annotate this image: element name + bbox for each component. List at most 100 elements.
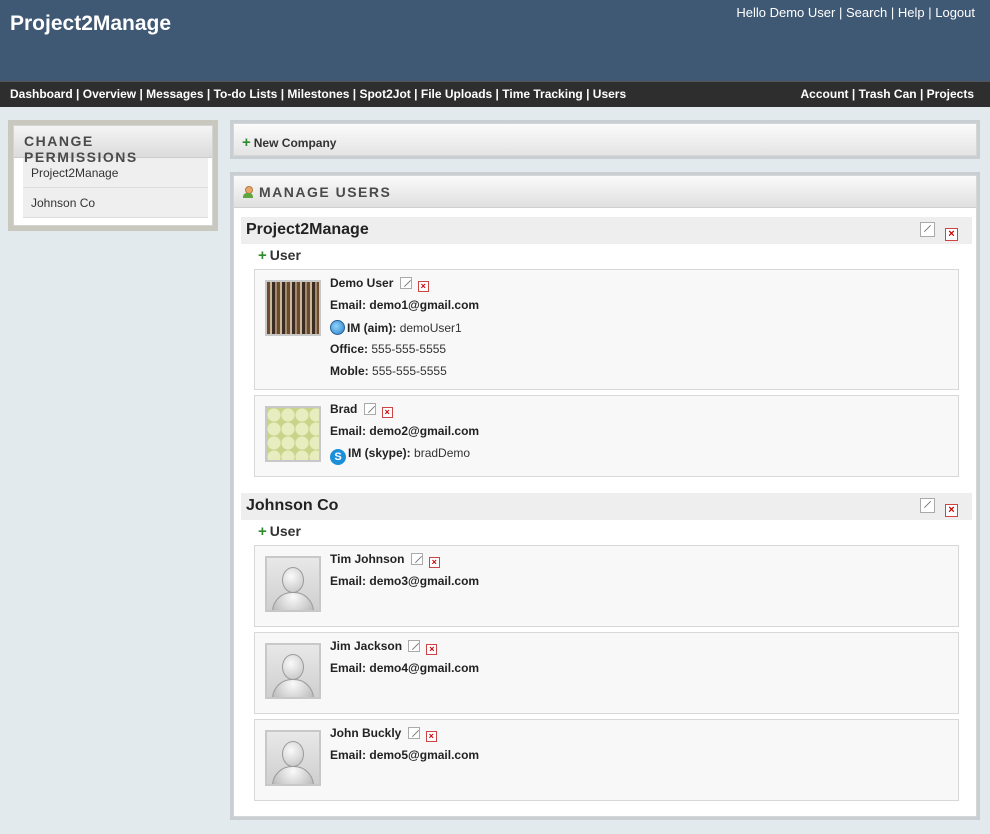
avatar xyxy=(265,730,321,786)
new-company-panel: + New Company xyxy=(230,120,980,159)
company-name: Project2Manage xyxy=(246,221,369,238)
nav-overview[interactable]: Overview xyxy=(83,87,136,101)
delete-icon[interactable]: × xyxy=(381,407,393,418)
email-row: Email: demo3@gmail.com xyxy=(330,570,479,592)
edit-icon[interactable] xyxy=(399,277,412,289)
separator: | xyxy=(139,87,143,101)
help-link[interactable]: Help xyxy=(898,5,925,20)
separator: | xyxy=(890,5,895,20)
edit-icon[interactable] xyxy=(363,403,376,415)
im-value: demoUser1 xyxy=(399,321,462,335)
user-info: Demo User × Email: demo1@gmail.com IM (a… xyxy=(330,276,479,382)
separator: | xyxy=(851,87,856,101)
im-row: IM (aim): demoUser1 xyxy=(330,316,479,338)
im-value: bradDemo xyxy=(414,446,471,460)
edit-icon[interactable] xyxy=(919,498,935,513)
separator: | xyxy=(206,87,211,101)
user-info: John Buckly × Email: demo5@gmail.com xyxy=(330,726,479,766)
nav-messages[interactable]: Messages xyxy=(146,87,203,101)
email-value[interactable]: demo4@gmail.com xyxy=(369,661,479,675)
separator: | xyxy=(586,87,590,101)
company-header: Project2Manage × xyxy=(241,217,972,244)
edit-icon[interactable] xyxy=(919,222,935,237)
avatar-head xyxy=(282,741,304,767)
user-card: Tim Johnson × Email: demo3@gmail.com xyxy=(254,545,959,627)
user-name-row: Tim Johnson × xyxy=(330,552,479,570)
logout-link[interactable]: Logout xyxy=(935,5,975,20)
email-label: Email: xyxy=(330,298,367,312)
edit-icon[interactable] xyxy=(407,727,420,739)
email-value[interactable]: demo2@gmail.com xyxy=(369,424,479,438)
mobile-label: Moble: xyxy=(330,364,369,378)
manage-users-panel: MANAGE USERS Project2Manage × + User Demo… xyxy=(230,172,980,820)
delete-icon[interactable]: × xyxy=(945,504,958,517)
user-card: Demo User × Email: demo1@gmail.com IM (a… xyxy=(254,269,959,390)
nav-right: Account | Trash Can | Projects xyxy=(801,87,974,101)
nav-spot2jot[interactable]: Spot2Jot xyxy=(359,87,410,101)
user-info: Tim Johnson × Email: demo3@gmail.com xyxy=(330,552,479,592)
nav-file-uploads[interactable]: File Uploads xyxy=(421,87,492,101)
separator: | xyxy=(928,5,932,20)
user-name-row: John Buckly × xyxy=(330,726,479,744)
avatar-body xyxy=(272,592,314,610)
email-row: Email: demo2@gmail.com xyxy=(330,420,479,442)
email-row: Email: demo5@gmail.com xyxy=(330,744,479,766)
app-logo[interactable]: Project2Manage xyxy=(10,12,171,36)
user-name[interactable]: Tim Johnson xyxy=(330,552,404,566)
header: Project2Manage Hello Demo User | Search … xyxy=(0,0,990,81)
user-name[interactable]: Jim Jackson xyxy=(330,639,402,653)
email-value[interactable]: demo3@gmail.com xyxy=(369,574,479,588)
user-info: Brad × Email: demo2@gmail.com S IM (skype… xyxy=(330,402,479,465)
nav-dashboard[interactable]: Dashboard xyxy=(10,87,73,101)
add-user-button[interactable]: + User xyxy=(258,523,301,540)
email-row: Email: demo1@gmail.com xyxy=(330,294,479,316)
office-row: Office: 555-555-5555 xyxy=(330,338,479,360)
plus-icon: + xyxy=(258,523,267,540)
delete-icon[interactable]: × xyxy=(426,644,438,655)
separator: | xyxy=(838,5,843,20)
add-user-label: User xyxy=(269,247,301,263)
user-name[interactable]: Demo User xyxy=(330,276,393,290)
delete-icon[interactable]: × xyxy=(428,557,440,568)
permissions-sidebar: CHANGE PERMISSIONS Project2Manage Johnso… xyxy=(8,120,218,231)
mobile-value: 555-555-5555 xyxy=(372,364,447,378)
delete-icon[interactable]: × xyxy=(417,281,429,292)
email-value[interactable]: demo5@gmail.com xyxy=(369,748,479,762)
edit-icon[interactable] xyxy=(410,553,423,565)
add-user-button[interactable]: + User xyxy=(258,247,301,264)
new-company-button[interactable]: + New Company xyxy=(233,123,977,156)
edit-icon[interactable] xyxy=(408,640,421,652)
separator: | xyxy=(414,87,418,101)
email-value[interactable]: demo1@gmail.com xyxy=(369,298,479,312)
delete-icon[interactable]: × xyxy=(945,228,958,241)
aim-icon xyxy=(330,320,345,335)
user-name[interactable]: Brad xyxy=(330,402,357,416)
nav-users[interactable]: Users xyxy=(593,87,626,101)
mobile-row: Moble: 555-555-5555 xyxy=(330,360,479,382)
user-name[interactable]: John Buckly xyxy=(330,726,401,740)
plus-icon: + xyxy=(242,134,251,151)
new-company-label: New Company xyxy=(253,136,337,150)
separator: | xyxy=(280,87,285,101)
nav-milestones[interactable]: Milestones xyxy=(287,87,349,101)
separator: | xyxy=(919,87,924,101)
email-label: Email: xyxy=(330,748,367,762)
nav-todo-lists[interactable]: To-do Lists xyxy=(214,87,278,101)
nav-account[interactable]: Account xyxy=(801,87,849,101)
company-tools: × xyxy=(919,222,958,241)
im-label: IM (skype): xyxy=(348,446,411,460)
avatar xyxy=(265,406,321,462)
sidebar-item-johnson-co[interactable]: Johnson Co xyxy=(23,188,208,218)
main-nav: Dashboard | Overview | Messages | To-do … xyxy=(0,81,990,107)
nav-trash-can[interactable]: Trash Can xyxy=(859,87,917,101)
nav-time-tracking[interactable]: Time Tracking xyxy=(502,87,582,101)
separator: | xyxy=(76,87,80,101)
delete-icon[interactable]: × xyxy=(425,731,437,742)
email-label: Email: xyxy=(330,661,367,675)
company-name: Johnson Co xyxy=(246,497,339,514)
nav-projects[interactable]: Projects xyxy=(927,87,974,101)
office-value: 555-555-5555 xyxy=(371,342,447,356)
user-name-row: Brad × xyxy=(330,402,479,420)
search-link[interactable]: Search xyxy=(846,5,887,20)
email-row: Email: demo4@gmail.com xyxy=(330,657,479,679)
